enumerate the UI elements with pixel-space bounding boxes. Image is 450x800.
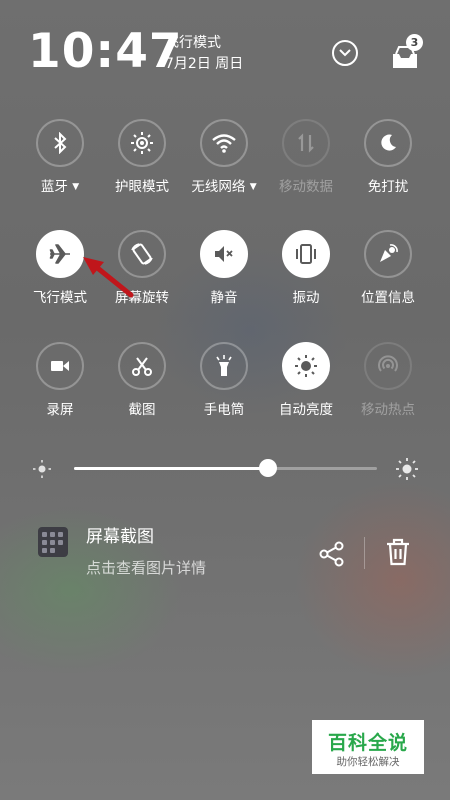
screen-rotation-icon — [131, 243, 153, 265]
delete-icon[interactable] — [385, 538, 411, 566]
tile-label: 手电筒 — [203, 402, 245, 418]
chevron-down-icon — [339, 49, 351, 57]
screenshot-toggle[interactable] — [118, 342, 166, 390]
tile-label: 截图 — [128, 402, 156, 418]
tile-do-not-disturb[interactable]: 免打扰 — [344, 119, 434, 219]
tile-hotspot[interactable]: 移动热点 — [344, 342, 434, 442]
notification-tray-button[interactable]: 3 — [390, 34, 424, 68]
screenshot-notification[interactable]: 屏幕截图 点击查看图片详情 — [0, 520, 450, 590]
flashlight-toggle[interactable] — [200, 342, 248, 390]
brightness-slider-fill — [74, 467, 268, 470]
wifi-icon — [212, 134, 236, 153]
vibrate-toggle[interactable] — [282, 230, 330, 278]
eye-comfort-toggle[interactable] — [118, 119, 166, 167]
scissors-icon — [132, 357, 152, 376]
date-label: 7月2日 周日 — [165, 56, 244, 72]
eye-comfort-icon — [131, 132, 153, 154]
brightness-low-icon — [33, 460, 51, 478]
wifi-toggle[interactable] — [200, 119, 248, 167]
notification-title: 屏幕截图 — [86, 527, 154, 547]
tile-label: 自动亮度 — [279, 402, 333, 418]
mute-icon — [215, 246, 233, 262]
tile-label: 免打扰 — [367, 179, 409, 195]
hotspot-toggle[interactable] — [364, 342, 412, 390]
notification-count-badge: 3 — [406, 34, 423, 51]
tile-label: 蓝牙 ▼ — [40, 179, 80, 195]
screenshot-thumbnail — [38, 527, 68, 557]
bluetooth-toggle[interactable] — [36, 119, 84, 167]
location-icon — [380, 244, 398, 262]
tile-label: 移动数据 — [279, 179, 333, 195]
status-header: 10:47 飞行模式 7月2日 周日 3 — [0, 0, 450, 100]
do-not-disturb-toggle[interactable] — [364, 119, 412, 167]
watermark-subtitle: 助你轻松解决 — [336, 756, 400, 768]
tile-label: 飞行模式 — [33, 290, 87, 306]
tile-mobile-data[interactable]: 移动数据 — [262, 119, 352, 219]
tile-auto-brightness[interactable]: 自动亮度 — [262, 342, 352, 442]
tile-label: 静音 — [210, 290, 238, 306]
notification-divider — [364, 537, 365, 569]
tile-label: 振动 — [292, 290, 320, 306]
tile-label: 无线网络 ▼ — [191, 179, 257, 195]
flashlight-icon — [216, 355, 232, 376]
airplane-mode-toggle[interactable] — [36, 230, 84, 278]
screen-rotation-toggle[interactable] — [118, 230, 166, 278]
tile-bluetooth[interactable]: 蓝牙 ▼ — [16, 119, 106, 219]
mute-toggle[interactable] — [200, 230, 248, 278]
tile-location[interactable]: 位置信息 — [344, 230, 434, 330]
tile-label: 位置信息 — [361, 290, 415, 306]
tile-wifi[interactable]: 无线网络 ▼ — [180, 119, 270, 219]
mobile-data-icon — [298, 133, 314, 153]
watermark-logo: 百科全说 助你轻松解决 — [312, 720, 424, 774]
share-icon[interactable] — [318, 540, 346, 568]
tile-eye-comfort[interactable]: 护眼模式 — [98, 119, 188, 219]
brightness-slider-thumb[interactable] — [258, 459, 277, 477]
auto-brightness-icon — [295, 355, 317, 377]
vibrate-icon — [296, 244, 316, 264]
tile-label: 录屏 — [46, 402, 74, 418]
tile-label: 屏幕旋转 — [115, 290, 169, 306]
tile-vibrate[interactable]: 振动 — [262, 230, 352, 330]
location-toggle[interactable] — [364, 230, 412, 278]
bluetooth-icon — [54, 132, 67, 154]
tile-flashlight[interactable]: 手电筒 — [180, 342, 270, 442]
airplane-mode-status: 飞行模式 — [165, 35, 221, 51]
watermark-title: 百科全说 — [327, 732, 408, 754]
moon-icon — [381, 134, 396, 151]
hotspot-icon — [378, 355, 398, 372]
tile-airplane-mode[interactable]: 飞行模式 — [16, 230, 106, 330]
screen-record-icon — [51, 361, 69, 371]
tile-screenshot[interactable]: 截图 — [98, 342, 188, 442]
tile-screen-record[interactable]: 录屏 — [16, 342, 106, 442]
clock: 10:47 — [28, 24, 183, 79]
tile-label: 移动热点 — [361, 402, 415, 418]
brightness-high-icon — [396, 458, 418, 480]
tile-screen-rotation[interactable]: 屏幕旋转 — [98, 230, 188, 330]
expand-button[interactable] — [332, 40, 358, 66]
notification-subtitle: 点击查看图片详情 — [86, 559, 207, 577]
tile-mute[interactable]: 静音 — [180, 230, 270, 330]
brightness-slider[interactable] — [74, 459, 377, 477]
airplane-icon — [49, 244, 70, 264]
screen-record-toggle[interactable] — [36, 342, 84, 390]
tile-label: 护眼模式 — [115, 179, 169, 195]
mobile-data-toggle[interactable] — [282, 119, 330, 167]
auto-brightness-toggle[interactable] — [282, 342, 330, 390]
